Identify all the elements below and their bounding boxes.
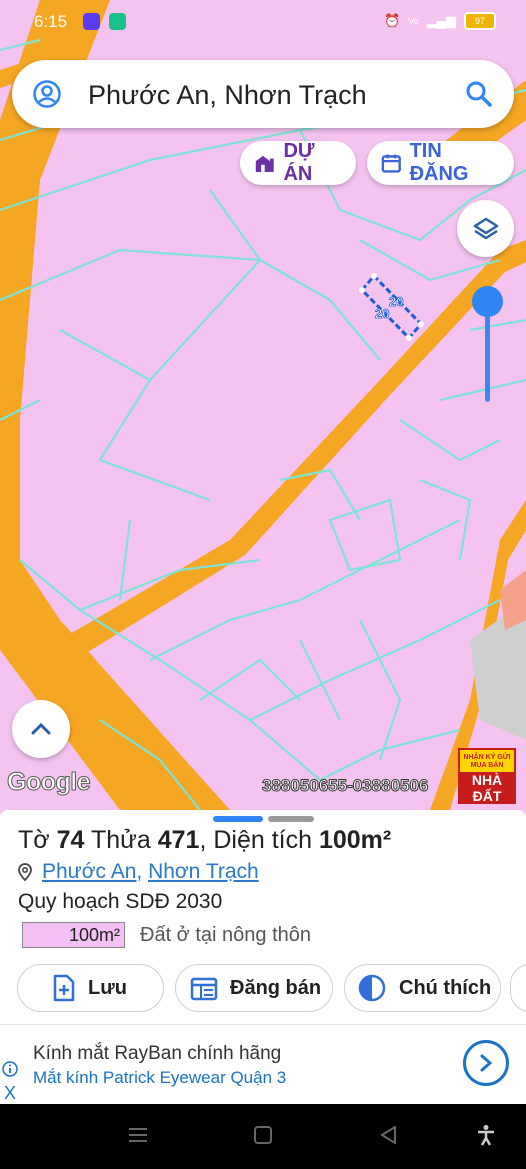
badge-line2: NHÀ ĐẤT [460, 772, 514, 804]
location-row: Phước An, Nhơn Trạch [18, 860, 259, 884]
ad-close-button[interactable]: X [4, 1083, 16, 1104]
menu-icon[interactable] [127, 1124, 149, 1146]
home-icon[interactable] [252, 1124, 274, 1146]
more-actions-button[interactable] [510, 964, 526, 1012]
project-chip[interactable]: DỰ ÁN [240, 140, 356, 185]
system-nav-bar [0, 1104, 526, 1169]
save-button[interactable]: Lưu [17, 964, 164, 1012]
calendar-icon [381, 154, 401, 173]
add-document-icon [53, 974, 75, 1002]
plan-title: Quy hoạch SDĐ 2030 [18, 890, 223, 913]
alarm-icon: ⏰ [384, 13, 401, 28]
location-pin-icon [18, 863, 32, 881]
accessibility-icon[interactable] [475, 1124, 497, 1146]
messenger-app-icon [109, 13, 126, 30]
layers-button[interactable] [457, 200, 514, 257]
opacity-slider-thumb[interactable] [472, 286, 503, 317]
post-sale-button[interactable]: Đăng bán [175, 964, 333, 1012]
listing-chip-label: TIN ĐĂNG [409, 140, 469, 185]
district-link[interactable]: Nhơn Trạch [148, 860, 259, 883]
info-icon[interactable] [2, 1061, 18, 1077]
ward-link[interactable]: Phước An [42, 860, 136, 883]
badge-line1: NHẬN KÝ GỬI MUA BÁN [463, 754, 511, 769]
layers-icon [473, 217, 498, 239]
weather-app-icon [83, 13, 100, 30]
plan-area-chip: 100m² [22, 922, 125, 948]
legend-button[interactable]: Chú thích [344, 964, 501, 1012]
sheet-handle-inactive[interactable] [268, 816, 314, 822]
ad-subtitle[interactable]: Mắt kính Patrick Eyewear Quận 3 [33, 1068, 286, 1088]
status-icons: ⏰ Vo ▂▄▆ 97 [384, 12, 496, 30]
status-bar: 6:15 ⏰ Vo ▂▄▆ 97 [0, 0, 526, 44]
signal-icon: ▂▄▆ [426, 13, 456, 28]
half-circle-icon [358, 974, 386, 1002]
realestate-badge[interactable]: NHẬN KÝ GỬI MUA BÁN NHÀ ĐẤT [458, 748, 516, 804]
land-type: Đất ở tại nông thôn [140, 924, 312, 946]
parcel-dim-label-b: 20 [375, 306, 389, 321]
calendar-list-icon [190, 977, 218, 1001]
listing-chip[interactable]: TIN ĐĂNG [367, 140, 514, 185]
search-icon[interactable] [464, 79, 494, 109]
plot-label: Thửa [90, 826, 151, 854]
sheet-number: 74 [56, 826, 85, 854]
legend-button-label: Chú thích [399, 976, 492, 999]
area-label: , Diện tích [199, 826, 312, 854]
sheet-label: Tờ [18, 826, 50, 854]
watermark-phone: 388050655-03880506 [261, 776, 429, 796]
search-bar[interactable]: Phước An, Nhơn Trạch [12, 60, 514, 128]
post-sale-button-label: Đăng bán [230, 976, 322, 999]
save-button-label: Lưu [88, 976, 127, 999]
ad-open-button[interactable] [463, 1040, 509, 1086]
battery-icon: 97 [464, 12, 496, 30]
chevron-up-icon [31, 722, 51, 735]
volte-icon: Vo [408, 16, 419, 26]
ad-banner[interactable]: X Kính mắt RayBan chính hãng Mắt kính Pa… [0, 1024, 526, 1105]
search-query[interactable]: Phước An, Nhơn Trạch [88, 80, 367, 111]
parcel-info-sheet[interactable]: Tờ 74 Thửa 471, Diện tích 100m² Phước An… [0, 810, 526, 1024]
building-icon [255, 155, 274, 172]
parcel-dim-label-a: 20 [389, 294, 403, 309]
profile-icon[interactable] [32, 79, 62, 109]
project-chip-label: DỰ ÁN [283, 140, 315, 185]
parcel-title: Tờ 74 Thửa 471, Diện tích 100m² [18, 826, 391, 855]
plot-number: 471 [157, 826, 200, 854]
expand-up-button[interactable] [12, 700, 70, 758]
google-logo: Google [6, 768, 91, 797]
chevron-right-icon [480, 1054, 493, 1072]
ad-title[interactable]: Kính mắt RayBan chính hãng [33, 1043, 281, 1065]
area-value: 100m² [318, 826, 392, 854]
status-time: 6:15 [34, 12, 68, 31]
back-icon[interactable] [378, 1124, 400, 1146]
sheet-handle-active[interactable] [213, 816, 263, 822]
